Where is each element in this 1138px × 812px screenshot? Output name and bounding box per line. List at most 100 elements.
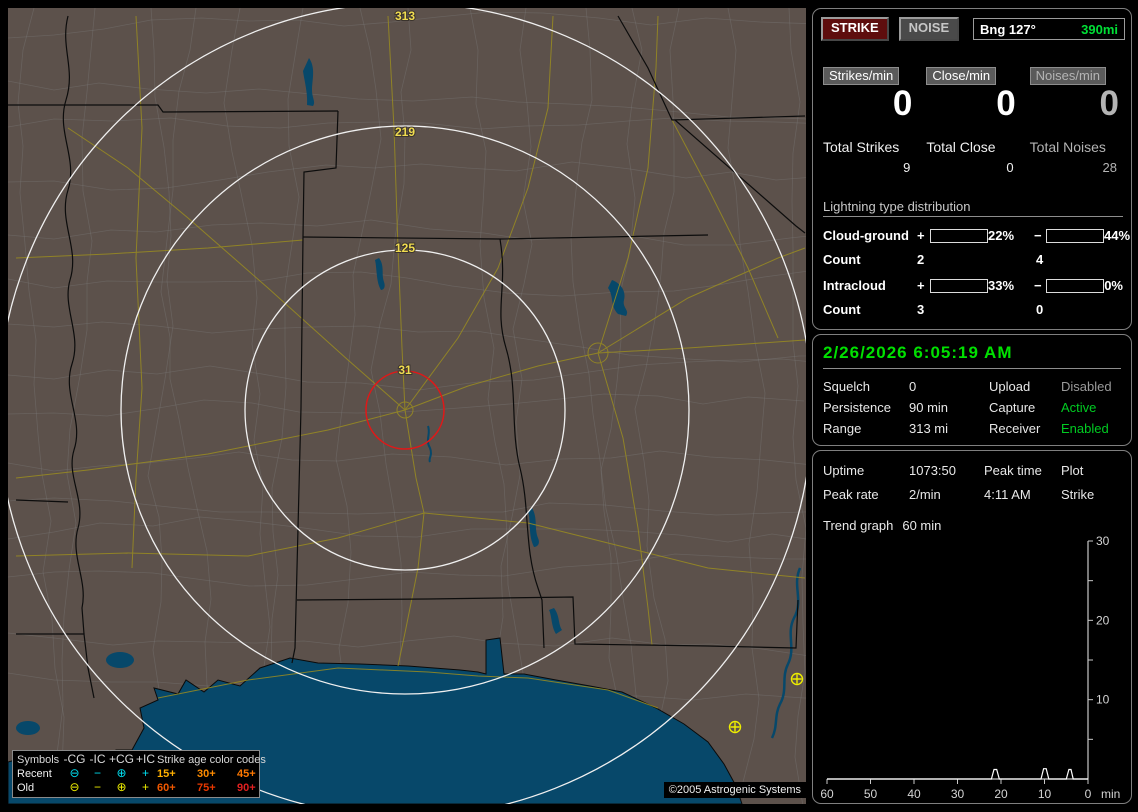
ic-positive-bar bbox=[930, 278, 988, 293]
persistence-value: 90 min bbox=[909, 400, 949, 415]
old-pos-cg-strike-symbol bbox=[790, 672, 804, 686]
peak-rate-label: Peak rate bbox=[823, 487, 879, 502]
svg-text:30: 30 bbox=[1096, 534, 1110, 548]
upload-value: Disabled bbox=[1061, 379, 1112, 394]
plot-mode-value: Strike bbox=[1061, 487, 1095, 502]
total-noises-label: Total Noises bbox=[1029, 139, 1106, 155]
svg-text:30: 30 bbox=[951, 787, 965, 801]
range-label: Range bbox=[823, 421, 862, 436]
cloud-ground-row: Cloud-ground + 22% − 44% bbox=[823, 228, 1130, 243]
range-value: 313 mi bbox=[909, 421, 949, 436]
bearing-distance: 390mi bbox=[1081, 21, 1118, 37]
plus-sign: + bbox=[917, 228, 925, 243]
receiver-label: Receiver bbox=[989, 421, 1041, 436]
peak-time-value: 4:11 AM bbox=[984, 487, 1031, 502]
total-strikes-label: Total Strikes bbox=[823, 139, 900, 155]
neg-ic-old-icon: − bbox=[93, 780, 101, 794]
legend-symbols-header: Symbols bbox=[17, 753, 60, 766]
copyright-notice: ©2005 Astrogenic Systems bbox=[663, 782, 806, 798]
old-pos-cg-strike-symbol bbox=[728, 720, 742, 734]
strike-legend: Symbols -CG -IC +CG +IC Strike age color… bbox=[12, 750, 266, 798]
count-label: Count bbox=[823, 302, 861, 317]
receiver-value: Enabled bbox=[1061, 421, 1109, 436]
total-strikes-value: 9 bbox=[903, 160, 911, 175]
cg-negative-count: 4 bbox=[1036, 252, 1044, 267]
intracloud-label: Intracloud bbox=[823, 278, 886, 293]
persistence-label: Persistence bbox=[823, 400, 891, 415]
pos-cg-old-icon: ⊕ bbox=[116, 780, 127, 794]
distribution-title: Lightning type distribution bbox=[823, 199, 1123, 217]
cg-positive-bar bbox=[930, 228, 988, 243]
ic-positive-pct: 33% bbox=[988, 278, 1015, 293]
noise-mode-button[interactable]: NOISE bbox=[898, 17, 960, 41]
plot-label: Plot bbox=[1061, 463, 1084, 478]
noises-per-min-column: Noises/min 0 Total Noises 28 bbox=[1029, 67, 1121, 175]
cloud-ground-count-row: Count 2 4 bbox=[823, 252, 1123, 267]
legend-row-recent: Recent bbox=[17, 767, 52, 780]
cloud-ground-label: Cloud-ground bbox=[823, 228, 909, 243]
ring-label-31: 31 bbox=[398, 363, 412, 377]
trend-graph: 60 50 40 30 20 10 0 min 10 20 30 bbox=[820, 534, 1120, 801]
peak-rate-value: 2/min bbox=[909, 487, 941, 502]
cg-negative-bar bbox=[1046, 228, 1104, 243]
upload-label: Upload bbox=[989, 379, 1031, 394]
svg-text:60: 60 bbox=[820, 787, 834, 801]
svg-text:10: 10 bbox=[1038, 787, 1052, 801]
receiver-status-panel: 2/26/2026 6:05:19 AM Squelch 0 Upload Di… bbox=[812, 334, 1132, 446]
legend-col-pos-cg: +CG bbox=[109, 752, 135, 766]
svg-text:0: 0 bbox=[1085, 787, 1092, 801]
ring-label-125: 125 bbox=[395, 241, 415, 255]
capture-value: Active bbox=[1061, 400, 1097, 415]
minus-sign: − bbox=[1034, 228, 1042, 243]
age-code-90: 90+ bbox=[237, 781, 256, 794]
ic-negative-pct: 0% bbox=[1104, 278, 1123, 293]
strike-map[interactable]: 313 219 125 31 Symbols -CG -IC +CG +IC S… bbox=[8, 8, 806, 804]
total-close-value: 0 bbox=[1006, 160, 1014, 175]
close-per-min-column: Close/min 0 Total Close 0 bbox=[926, 67, 1017, 175]
intracloud-row: Intracloud + 33% − 0% bbox=[823, 278, 1123, 293]
bearing-value: Bng 127° bbox=[980, 21, 1036, 37]
legend-age-header: Strike age color codes bbox=[157, 753, 266, 766]
ring-label-313: 313 bbox=[395, 9, 415, 23]
svg-text:20: 20 bbox=[1096, 613, 1110, 627]
noises-per-min-chip[interactable]: Noises/min bbox=[1029, 67, 1106, 85]
map-canvas[interactable]: 313 219 125 31 bbox=[8, 8, 806, 804]
svg-text:50: 50 bbox=[864, 787, 878, 801]
trend-panel: Uptime 1073:50 Peak time Plot Peak rate … bbox=[812, 450, 1132, 804]
uptime-value: 1073:50 bbox=[909, 463, 956, 478]
strike-mode-button[interactable]: STRIKE bbox=[821, 17, 889, 41]
total-close-label: Total Close bbox=[926, 139, 996, 155]
close-per-min-chip[interactable]: Close/min bbox=[926, 67, 997, 85]
strikes-per-min-value: 0 bbox=[892, 84, 913, 123]
svg-text:min: min bbox=[1101, 787, 1120, 801]
datetime-display: 2/26/2026 6:05:19 AM bbox=[823, 343, 1121, 369]
total-noises-value: 28 bbox=[1102, 160, 1117, 175]
capture-label: Capture bbox=[989, 400, 1036, 415]
cg-positive-pct: 22% bbox=[988, 228, 1015, 243]
plus-sign: + bbox=[917, 278, 925, 293]
count-label: Count bbox=[823, 252, 861, 267]
strikes-per-min-column: Strikes/min 0 Total Strikes 9 bbox=[823, 67, 914, 175]
neg-ic-recent-icon: − bbox=[93, 766, 101, 780]
age-code-75: 75+ bbox=[197, 781, 216, 794]
age-code-30: 30+ bbox=[197, 767, 216, 780]
pos-cg-recent-icon: ⊕ bbox=[116, 766, 127, 780]
legend-col-neg-ic: -IC bbox=[89, 752, 106, 766]
neg-cg-recent-icon: ⊖ bbox=[69, 766, 80, 780]
neg-cg-old-icon: ⊖ bbox=[69, 780, 80, 794]
lightning-monitor-app: 313 219 125 31 Symbols -CG -IC +CG +IC S… bbox=[0, 0, 1138, 812]
ic-negative-bar bbox=[1046, 278, 1104, 293]
pos-ic-recent-icon: + bbox=[141, 766, 149, 780]
ic-positive-count: 3 bbox=[917, 302, 925, 317]
age-code-15: 15+ bbox=[157, 767, 176, 780]
intracloud-count-row: Count 3 0 bbox=[823, 302, 1123, 317]
peak-time-label: Peak time bbox=[984, 463, 1042, 478]
cg-positive-count: 2 bbox=[917, 252, 925, 267]
strikes-per-min-chip[interactable]: Strikes/min bbox=[823, 67, 900, 85]
squelch-label: Squelch bbox=[823, 379, 870, 394]
legend-col-pos-ic: +IC bbox=[136, 752, 156, 766]
age-code-45: 45+ bbox=[237, 767, 256, 780]
cg-negative-pct: 44% bbox=[1104, 228, 1131, 243]
svg-text:40: 40 bbox=[907, 787, 921, 801]
uptime-label: Uptime bbox=[823, 463, 865, 478]
